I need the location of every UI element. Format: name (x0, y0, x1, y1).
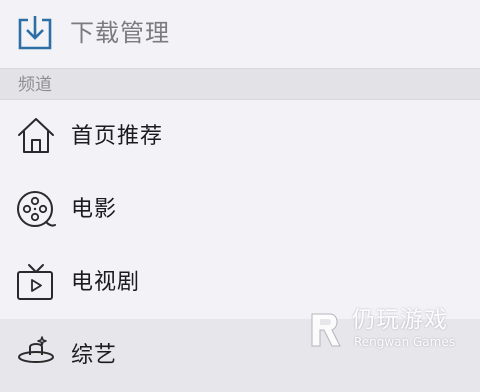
home-icon (18, 118, 54, 153)
channel-label-variety: 综艺 (71, 343, 118, 368)
variety-hat-icon (18, 336, 54, 363)
download-icon (18, 16, 52, 50)
tv-icon (17, 264, 53, 300)
section-header-channels: 频道 (0, 68, 480, 100)
download-manager-label: 下载管理 (70, 19, 170, 47)
watermark-subtitle: Rengwan Games (354, 335, 455, 349)
watermark-logo-icon (311, 313, 341, 347)
watermark: 仍玩游戏 Rengwan Games (306, 306, 456, 354)
channel-item-movies[interactable]: 电影 (0, 173, 480, 246)
channel-label-home: 首页推荐 (71, 124, 164, 149)
section-label: 频道 (18, 75, 52, 95)
channel-label-tv-series: 电视剧 (71, 270, 141, 295)
channel-item-home[interactable]: 首页推荐 (0, 100, 480, 173)
film-reel-icon (17, 191, 56, 227)
download-manager-row[interactable]: 下载管理 (0, 0, 480, 68)
watermark-title: 仍玩游戏 (352, 307, 448, 333)
channel-label-movies: 电影 (71, 197, 118, 222)
